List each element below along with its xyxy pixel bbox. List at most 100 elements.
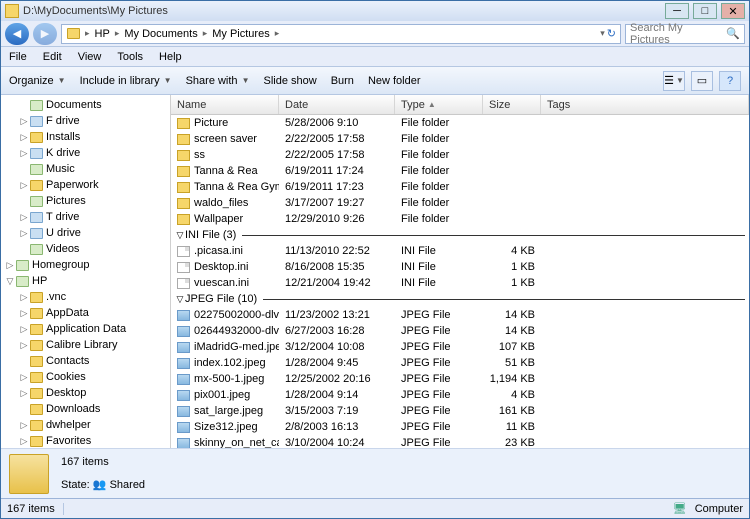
expand-toggle-icon[interactable]: ▷	[19, 132, 29, 143]
file-row[interactable]: 02644932000-dlv.jpeg6/27/2003 16:28JPEG …	[171, 323, 749, 339]
folder-icon	[177, 214, 190, 225]
file-row[interactable]: iMadridG-med.jpeg3/12/2004 10:08JPEG Fil…	[171, 339, 749, 355]
tree-item[interactable]: ▷T drive	[1, 209, 170, 225]
tree-item[interactable]: Pictures	[1, 193, 170, 209]
header-type[interactable]: Type▲	[395, 95, 483, 114]
expand-toggle-icon[interactable]: ▷	[19, 292, 29, 303]
file-row[interactable]: waldo_files3/17/2007 19:27File folder	[171, 195, 749, 211]
burn-button[interactable]: Burn	[331, 75, 354, 87]
refresh-icon[interactable]: ↻	[607, 27, 616, 40]
expand-toggle-icon[interactable]: ▷	[19, 308, 29, 319]
menu-edit[interactable]: Edit	[41, 49, 64, 65]
minimize-button[interactable]: ─	[665, 3, 689, 19]
expand-toggle-icon[interactable]: ▷	[19, 180, 29, 191]
tree-item[interactable]: ▷AppData	[1, 305, 170, 321]
expand-toggle-icon[interactable]: ▷	[19, 420, 29, 431]
new-folder-button[interactable]: New folder	[368, 75, 421, 87]
tree-item[interactable]: ▷Favorites	[1, 433, 170, 448]
menu-view[interactable]: View	[76, 49, 104, 65]
chevron-right-icon[interactable]: ▸	[275, 28, 280, 39]
expand-toggle-icon[interactable]: ▷	[19, 148, 29, 159]
folder-tree[interactable]: Documents▷F drive▷Installs▷K driveMusic▷…	[1, 95, 171, 448]
back-button[interactable]: ◀	[5, 23, 29, 45]
collapse-icon[interactable]: ▽	[175, 230, 185, 241]
close-button[interactable]: ✕	[721, 3, 745, 19]
file-row[interactable]: pix001.jpeg1/28/2004 9:14JPEG File4 KB	[171, 387, 749, 403]
collapse-icon[interactable]: ▽	[175, 294, 185, 305]
tree-item[interactable]: ▷dwhelper	[1, 417, 170, 433]
tree-item[interactable]: ▷Desktop	[1, 385, 170, 401]
file-row[interactable]: mx-500-1.jpeg12/25/2002 20:16JPEG File1,…	[171, 371, 749, 387]
file-row[interactable]: Tanna & Rea6/19/2011 17:24File folder	[171, 163, 749, 179]
chevron-right-icon[interactable]: ▸	[203, 28, 208, 39]
search-input[interactable]: Search My Pictures 🔍	[625, 24, 745, 44]
chevron-right-icon[interactable]: ▸	[115, 28, 120, 39]
file-row[interactable]: vuescan.ini12/21/2004 19:42INI File1 KB	[171, 275, 749, 291]
tree-item[interactable]: ▷Installs	[1, 129, 170, 145]
tree-item[interactable]: ▷.vnc	[1, 289, 170, 305]
tree-item[interactable]: Videos	[1, 241, 170, 257]
expand-toggle-icon[interactable]: ▷	[19, 372, 29, 383]
header-date[interactable]: Date	[279, 95, 395, 114]
expand-toggle-icon[interactable]: ▷	[19, 436, 29, 447]
tree-item[interactable]: Music	[1, 161, 170, 177]
tree-item[interactable]: Downloads	[1, 401, 170, 417]
file-row[interactable]: Tanna & Rea Gymnas...6/19/2011 17:23File…	[171, 179, 749, 195]
file-row[interactable]: sat_large.jpeg3/15/2003 7:19JPEG File161…	[171, 403, 749, 419]
file-row[interactable]: .picasa.ini11/13/2010 22:52INI File4 KB	[171, 243, 749, 259]
tree-item[interactable]: ▷F drive	[1, 113, 170, 129]
breadcrumb-seg[interactable]: My Documents	[121, 28, 200, 40]
expand-toggle-icon[interactable]: ▷	[19, 340, 29, 351]
breadcrumb[interactable]: ▸ HP ▸ My Documents ▸ My Pictures ▸ ▾ ↻	[61, 24, 621, 44]
file-row[interactable]: screen saver2/22/2005 17:58File folder	[171, 131, 749, 147]
share-with-button[interactable]: Share with▼	[186, 75, 250, 87]
maximize-button[interactable]: □	[693, 3, 717, 19]
file-row[interactable]: ss2/22/2005 17:58File folder	[171, 147, 749, 163]
chevron-down-icon[interactable]: ▾	[600, 28, 605, 39]
menu-file[interactable]: File	[7, 49, 29, 65]
file-row[interactable]: Size312.jpeg2/8/2003 16:13JPEG File11 KB	[171, 419, 749, 435]
expand-toggle-icon[interactable]: ▷	[19, 228, 29, 239]
menu-help[interactable]: Help	[157, 49, 184, 65]
header-tags[interactable]: Tags	[541, 95, 749, 114]
file-list[interactable]: Picture5/28/2006 9:10File folderscreen s…	[171, 115, 749, 448]
tree-item[interactable]: ▽HP	[1, 273, 170, 289]
chevron-right-icon[interactable]: ▸	[85, 28, 90, 39]
tree-item[interactable]: ▷Cookies	[1, 369, 170, 385]
menu-tools[interactable]: Tools	[115, 49, 145, 65]
slideshow-button[interactable]: Slide show	[263, 75, 316, 87]
file-row[interactable]: Desktop.ini8/16/2008 15:35INI File1 KB	[171, 259, 749, 275]
expand-toggle-icon[interactable]: ▷	[5, 260, 15, 271]
view-mode-button[interactable]: ☰▼	[663, 71, 685, 91]
expand-toggle-icon[interactable]: ▷	[19, 212, 29, 223]
preview-pane-button[interactable]: ▭	[691, 71, 713, 91]
tree-item[interactable]: ▷Application Data	[1, 321, 170, 337]
tree-item[interactable]: ▷Calibre Library	[1, 337, 170, 353]
tree-item[interactable]: ▷U drive	[1, 225, 170, 241]
group-header[interactable]: ▽INI File (3)	[171, 227, 749, 243]
expand-toggle-icon[interactable]: ▽	[5, 276, 15, 287]
tree-item[interactable]: Contacts	[1, 353, 170, 369]
include-library-button[interactable]: Include in library▼	[80, 75, 172, 87]
file-row[interactable]: index.102.jpeg1/28/2004 9:45JPEG File51 …	[171, 355, 749, 371]
tree-item[interactable]: ▷K drive	[1, 145, 170, 161]
organize-button[interactable]: Organize▼	[9, 75, 66, 87]
expand-toggle-icon[interactable]: ▷	[19, 116, 29, 127]
forward-button[interactable]: ▶	[33, 23, 57, 45]
tree-item[interactable]: ▷Paperwork	[1, 177, 170, 193]
help-button[interactable]: ?	[719, 71, 741, 91]
file-row[interactable]: skinny_on_net_carbs...3/10/2004 10:24JPE…	[171, 435, 749, 448]
expand-toggle-icon[interactable]: ▷	[19, 388, 29, 399]
file-row[interactable]: Picture5/28/2006 9:10File folder	[171, 115, 749, 131]
breadcrumb-seg[interactable]: HP	[92, 28, 113, 40]
header-size[interactable]: Size	[483, 95, 541, 114]
tree-item[interactable]: Documents	[1, 97, 170, 113]
header-name[interactable]: Name	[171, 95, 279, 114]
breadcrumb-seg[interactable]: My Pictures	[209, 28, 272, 40]
file-row[interactable]: Wallpaper12/29/2010 9:26File folder	[171, 211, 749, 227]
expand-toggle-icon[interactable]: ▷	[19, 324, 29, 335]
file-row[interactable]: 02275002000-dlv.jpeg11/23/2002 13:21JPEG…	[171, 307, 749, 323]
group-header[interactable]: ▽JPEG File (10)	[171, 291, 749, 307]
file-size: 1,194 KB	[483, 373, 541, 385]
tree-item[interactable]: ▷Homegroup	[1, 257, 170, 273]
